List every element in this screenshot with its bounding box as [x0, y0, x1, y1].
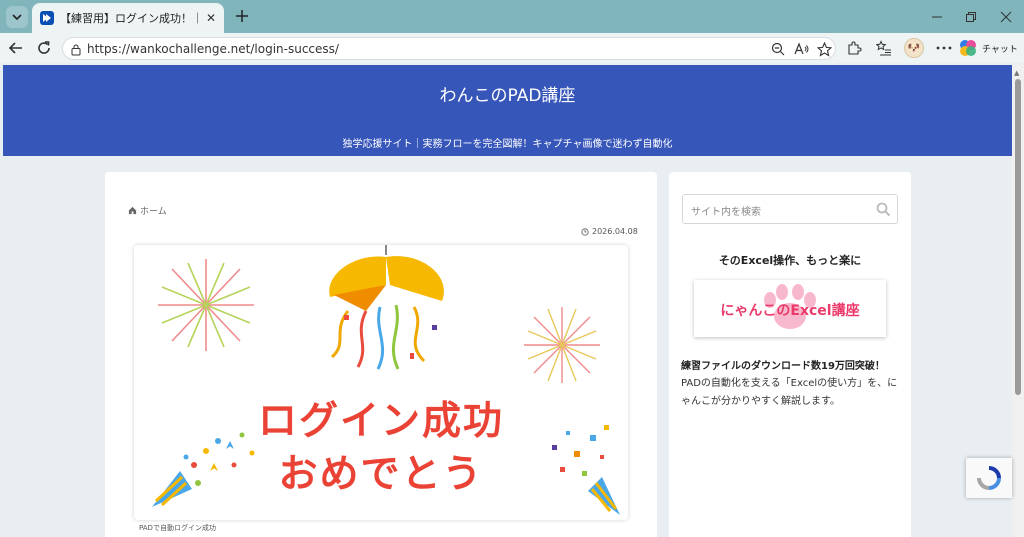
breadcrumb-home-link[interactable]: ホーム	[140, 204, 167, 217]
browser-toolbar: https://wankochallenge.net/login-success…	[0, 33, 1024, 63]
profile-avatar[interactable]: 🐶	[904, 38, 924, 58]
url-text[interactable]: https://wankochallenge.net/login-success…	[87, 42, 339, 56]
extensions-button[interactable]	[844, 38, 864, 58]
minimize-icon	[932, 16, 942, 18]
page-scrollbar[interactable]: ▲	[1012, 65, 1024, 537]
reload-icon	[38, 41, 50, 54]
banner-text: にゃんこのExcel講座	[720, 303, 860, 319]
more-dots-icon	[936, 46, 952, 50]
close-window-button[interactable]	[997, 8, 1015, 26]
puzzle-icon	[848, 41, 862, 55]
tab-title: 【練習用】ログイン成功！｜わんこのPAD講座	[60, 12, 200, 25]
chat-label: チャット	[982, 44, 1018, 55]
scroll-up-icon[interactable]: ▲	[1014, 69, 1019, 77]
active-tab[interactable]: 【練習用】ログイン成功！｜わんこのPAD講座 ✕	[32, 3, 224, 33]
firework-left-icon	[158, 259, 254, 351]
search-icon[interactable]	[876, 202, 891, 217]
web-page: わんこのPAD講座 独学応援サイト｜実務フローを完全図解！キャプチャ画像で迷わず…	[3, 65, 1012, 537]
close-icon	[1000, 11, 1012, 23]
back-button[interactable]	[6, 38, 26, 58]
site-tagline: 独学応援サイト｜実務フローを完全図解！キャプチャ画像で迷わず自動化	[342, 139, 673, 150]
firework-right-icon	[524, 307, 600, 383]
promo-title: そのExcel操作、もっと楽に	[718, 254, 862, 267]
restore-button[interactable]	[962, 8, 980, 26]
home-icon	[128, 206, 137, 215]
sidebar: サイト内を検索 そのExcel操作、もっと楽に にゃんこのExcel講座 練習フ…	[669, 172, 911, 537]
post-date: 2026.04.08	[581, 227, 638, 236]
image-headline-2: おめでとう	[278, 452, 484, 497]
search-placeholder: サイト内を検索	[691, 207, 761, 218]
arrow-left-icon	[8, 42, 22, 54]
promo-description: PADの自動化を支える「Excelの使い方」を、にゃんこが分かりやすく解説します…	[681, 378, 898, 407]
settings-more-button[interactable]	[934, 38, 954, 58]
minimize-button[interactable]	[928, 8, 946, 26]
copilot-chat-button[interactable]: チャット	[958, 36, 1020, 60]
favorites-button[interactable]	[874, 38, 894, 58]
tab-close-icon[interactable]: ✕	[204, 11, 218, 25]
read-aloud-icon[interactable]	[793, 40, 811, 58]
tab-actions-menu-button[interactable]	[6, 6, 28, 28]
breadcrumb: ホーム	[128, 204, 167, 217]
site-favicon-icon	[40, 11, 54, 25]
plus-icon	[236, 10, 248, 22]
scrollbar-thumb[interactable]	[1015, 79, 1021, 395]
post-date-text: 2026.04.08	[592, 227, 638, 236]
site-header: わんこのPAD講座 独学応援サイト｜実務フローを完全図解！キャプチャ画像で迷わず…	[3, 65, 1012, 156]
favorite-star-icon[interactable]	[815, 40, 833, 58]
site-info-icon[interactable]	[69, 41, 83, 57]
new-tab-button[interactable]	[232, 6, 252, 26]
main-content: ホーム 2026.04.08 ログイン成功 おめでとう PADで自動ログイン成功	[105, 172, 657, 537]
excel-course-banner[interactable]: にゃんこのExcel講座	[694, 280, 886, 337]
promo-lead: 練習ファイルのダウンロード数19万回突破！	[681, 361, 885, 372]
reload-button[interactable]	[34, 38, 54, 58]
recaptcha-badge[interactable]	[966, 458, 1012, 498]
image-headline-1: ログイン成功	[257, 399, 504, 444]
eyecatch-image: ログイン成功 おめでとう	[134, 245, 628, 520]
tab-bar: 【練習用】ログイン成功！｜わんこのPAD講座 ✕	[0, 0, 1024, 33]
address-bar[interactable]: https://wankochallenge.net/login-success…	[62, 37, 836, 60]
recaptcha-icon	[977, 466, 1001, 490]
favorites-list-icon	[876, 40, 891, 56]
copilot-icon	[960, 40, 976, 56]
clock-icon	[581, 227, 589, 236]
site-title[interactable]: わんこのPAD講座	[3, 81, 1012, 106]
chevron-down-icon	[12, 14, 22, 21]
restore-icon	[966, 12, 976, 22]
image-caption: PADで自動ログイン成功	[139, 524, 216, 532]
site-search-input[interactable]: サイト内を検索	[682, 194, 898, 224]
zoom-icon[interactable]	[769, 40, 787, 58]
